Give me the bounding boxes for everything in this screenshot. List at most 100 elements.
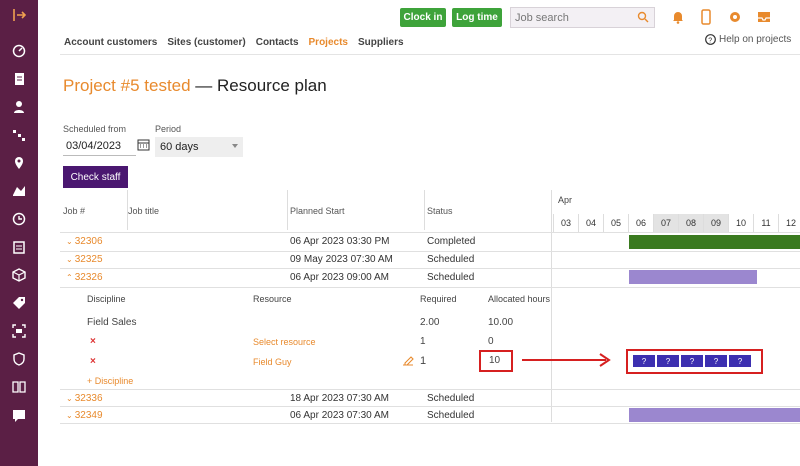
tag-icon[interactable] — [10, 294, 28, 312]
person-icon[interactable] — [10, 98, 28, 116]
planned-start: 09 May 2023 07:30 AM — [290, 254, 393, 265]
job-link[interactable]: ⌄ 32349 — [66, 410, 103, 421]
scheduled-from-label: Scheduled from — [63, 124, 127, 134]
map-icon[interactable] — [10, 182, 28, 200]
gantt-bar-scheduled[interactable] — [629, 408, 800, 422]
nav-suppliers[interactable]: Suppliers — [358, 37, 404, 48]
calendar-icon[interactable] — [137, 138, 150, 151]
collapse-arrow-icon[interactable] — [10, 6, 28, 24]
scheduled-from-input[interactable]: 03/04/2023 — [63, 137, 136, 156]
status-header[interactable]: Status — [427, 206, 453, 216]
check-staff-button[interactable]: Check staff — [63, 166, 128, 188]
chat-icon[interactable] — [10, 406, 28, 424]
allocated-hours-header: Allocated hours — [488, 294, 551, 304]
planned-start-header[interactable]: Planned Start — [290, 206, 345, 216]
gantt-day: 03 — [553, 214, 578, 232]
book-icon[interactable] — [10, 378, 28, 396]
shield-icon[interactable] — [10, 350, 28, 368]
clock-icon[interactable] — [10, 210, 28, 228]
location-pin-icon[interactable] — [10, 154, 28, 172]
box-icon[interactable] — [10, 266, 28, 284]
arrow-right-icon — [522, 353, 611, 367]
page-title-suffix: — Resource plan — [190, 76, 327, 95]
discipline-allocated: 10.00 — [488, 317, 514, 328]
nav-contacts[interactable]: Contacts — [256, 37, 299, 48]
row-divider — [60, 406, 800, 407]
allocation-cell[interactable]: ? — [704, 354, 728, 368]
allocation-cell[interactable]: ? — [728, 354, 752, 368]
chevron-up-icon: ⌃ — [66, 273, 73, 282]
job-search-input[interactable]: Job search — [510, 7, 655, 28]
job-number: 32349 — [74, 410, 103, 421]
planned-start: 06 Apr 2023 03:30 PM — [290, 236, 390, 247]
help-label: Help on projects — [719, 34, 792, 45]
dashboard-icon[interactable] — [10, 42, 28, 60]
allocated-hours-input[interactable]: 10 — [489, 355, 500, 366]
inbox-icon[interactable] — [756, 9, 772, 25]
discipline-header: Discipline — [87, 294, 126, 304]
search-icon[interactable] — [637, 11, 649, 23]
job-title-header[interactable]: Job title — [128, 206, 159, 216]
edit-resource-icon[interactable] — [402, 355, 414, 366]
job-link[interactable]: ⌃ 32326 — [66, 272, 103, 283]
svg-text:?: ? — [708, 37, 712, 44]
gear-icon[interactable] — [727, 9, 743, 25]
top-nav: Account customers Sites (customer) Conta… — [64, 37, 414, 48]
column-divider — [551, 190, 552, 422]
help-icon: ? — [705, 34, 716, 45]
select-resource-link[interactable]: Select resource — [253, 337, 316, 347]
chevron-down-icon: ⌄ — [66, 255, 73, 264]
allocation-cell[interactable]: ? — [680, 354, 704, 368]
job-link[interactable]: ⌄ 32325 — [66, 254, 103, 265]
nav-sites-customer[interactable]: Sites (customer) — [167, 37, 245, 48]
period-select[interactable]: 60 days — [155, 137, 243, 157]
mobile-icon[interactable] — [698, 9, 714, 25]
status: Scheduled — [427, 272, 475, 283]
help-link[interactable]: ? Help on projects — [705, 34, 791, 45]
sidebar — [0, 0, 38, 466]
clipboard-icon[interactable] — [10, 238, 28, 256]
job-number: 32306 — [74, 236, 103, 247]
allocation-cell[interactable]: ? — [656, 354, 680, 368]
log-time-button[interactable]: Log time — [452, 8, 502, 27]
job-link[interactable]: ⌄ 32306 — [66, 236, 103, 247]
remove-icon[interactable]: × — [90, 336, 96, 347]
gantt-day: 12 — [778, 214, 800, 232]
hierarchy-icon[interactable] — [10, 126, 28, 144]
resource-name-link[interactable]: Field Guy — [253, 357, 292, 367]
gantt-bar-completed[interactable] — [629, 235, 800, 249]
remove-icon[interactable]: × — [90, 356, 96, 367]
status: Scheduled — [427, 254, 475, 265]
job-number-header[interactable]: Job # — [63, 206, 85, 216]
status: Scheduled — [427, 393, 475, 404]
chevron-down-icon: ⌄ — [66, 394, 73, 403]
row-divider — [60, 287, 800, 288]
discipline-required: 2.00 — [420, 317, 440, 328]
planned-start: 06 Apr 2023 09:00 AM — [290, 272, 389, 283]
gantt-day: 10 — [728, 214, 753, 232]
document-icon[interactable] — [10, 70, 28, 88]
add-discipline-link[interactable]: + Discipline — [87, 376, 133, 386]
resource-header: Resource — [253, 294, 292, 304]
gantt-day: 05 — [603, 214, 628, 232]
job-number: 32326 — [74, 272, 103, 283]
clock-in-button[interactable]: Clock in — [400, 8, 446, 27]
nav-projects[interactable]: Projects — [309, 37, 348, 48]
job-link[interactable]: ⌄ 32336 — [66, 393, 103, 404]
job-number: 32325 — [74, 254, 103, 265]
scan-icon[interactable] — [10, 322, 28, 340]
allocation-cell[interactable]: ? — [632, 354, 656, 368]
project-link[interactable]: Project #5 tested — [63, 76, 191, 95]
job-search-placeholder: Job search — [515, 11, 569, 24]
bell-icon[interactable] — [670, 9, 686, 25]
row-divider — [60, 423, 800, 424]
job-number: 32336 — [74, 393, 103, 404]
gantt-bar-scheduled[interactable] — [629, 270, 757, 284]
chevron-down-icon: ⌄ — [66, 411, 73, 420]
resource-required: 1 — [420, 355, 427, 367]
nav-account-customers[interactable]: Account customers — [64, 37, 157, 48]
row-divider — [60, 389, 800, 390]
period-label: Period — [155, 124, 182, 134]
planned-start: 18 Apr 2023 07:30 AM — [290, 393, 389, 404]
required-header: Required — [420, 294, 457, 304]
